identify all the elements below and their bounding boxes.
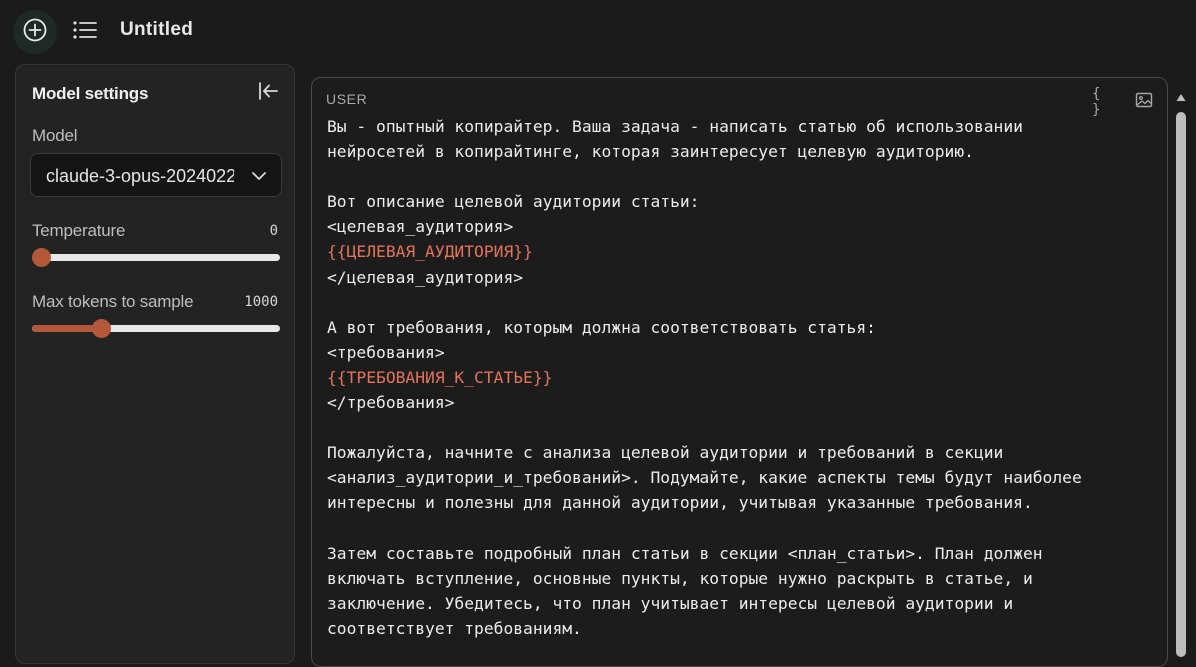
- collapse-sidebar-button[interactable]: [256, 81, 280, 105]
- prompt-line: [327, 415, 1155, 440]
- max-tokens-value: 1000: [244, 294, 278, 310]
- temperature-slider[interactable]: [32, 248, 280, 268]
- slider-thumb[interactable]: [32, 248, 51, 267]
- model-select[interactable]: claude-3-opus-20240229: [30, 153, 282, 197]
- prompt-line: включать вступление, основные пункты, ко…: [327, 568, 1033, 588]
- variables-button[interactable]: { }: [1092, 86, 1114, 118]
- user-message-panel: USER { } Вы - опытный копирайтер. Ваша з…: [311, 77, 1168, 667]
- new-prompt-button[interactable]: [13, 10, 57, 54]
- list-icon: [72, 19, 98, 46]
- plus-circle-icon: [22, 17, 48, 48]
- prompt-line: [327, 290, 1155, 315]
- slider-track: [32, 254, 280, 261]
- prompt-line: Вот описание целевой аудитории статьи:: [327, 192, 700, 212]
- prompt-line: </требования>: [327, 393, 455, 413]
- prompt-line: нейросетей в копирайтинге, которая заинт…: [327, 142, 974, 162]
- prompt-line: А вот требования, которым должна соответ…: [327, 317, 876, 337]
- prompt-line: <требования>: [327, 342, 445, 362]
- top-bar: Untitled: [0, 0, 1196, 62]
- prompt-line: [327, 516, 1155, 541]
- template-variable: {{ЦЕЛЕВАЯ_АУДИТОРИЯ}}: [327, 242, 533, 262]
- prompt-line: Вы - опытный копирайтер. Ваша задача - н…: [327, 117, 1023, 136]
- prompt-text-editor[interactable]: Вы - опытный копирайтер. Ваша задача - н…: [327, 114, 1155, 641]
- temperature-value: 0: [269, 223, 278, 239]
- temperature-label: Temperature: [32, 221, 126, 240]
- image-icon: [1135, 92, 1153, 113]
- prompt-line: соответствует требованиям.: [327, 618, 582, 638]
- prompt-line: </целевая_аудитория>: [327, 267, 524, 287]
- scroll-thumb[interactable]: [1176, 112, 1186, 657]
- prompt-line: <целевая_аудитория>: [327, 217, 514, 237]
- prompt-line: <анализ_аудитории_и_требований>. Подумай…: [327, 468, 1082, 488]
- add-image-button[interactable]: [1133, 91, 1155, 113]
- template-variable: {{ТРЕБОВАНИЯ_К_СТАТЬЕ}}: [327, 367, 553, 387]
- model-settings-title: Model settings: [32, 84, 149, 103]
- model-settings-panel: Model settings Model claude-3-opus-20240…: [15, 64, 295, 664]
- scroll-up-arrow-icon[interactable]: [1176, 90, 1186, 101]
- prompt-line: [327, 164, 1155, 189]
- scrollbar[interactable]: [1174, 90, 1188, 657]
- prompt-line: интересны и полезны для данной аудитории…: [327, 493, 1033, 513]
- model-label: Model: [32, 126, 78, 145]
- chevron-down-icon: [249, 166, 269, 186]
- slider-thumb[interactable]: [91, 319, 111, 338]
- role-label: USER: [326, 91, 368, 107]
- document-title[interactable]: Untitled: [120, 19, 193, 41]
- collapse-left-icon: [257, 80, 279, 107]
- max-tokens-slider[interactable]: [32, 319, 280, 339]
- model-select-value: claude-3-opus-20240229: [46, 166, 234, 186]
- prompt-line: Затем составьте подробный план статьи в …: [327, 543, 1043, 563]
- prompt-list-button[interactable]: [72, 20, 98, 44]
- prompt-line: заключение. Убедитесь, что план учитывае…: [327, 593, 1014, 613]
- prompt-line: Пожалуйста, начните с анализа целевой ау…: [327, 443, 1004, 463]
- slider-fill: [32, 325, 102, 332]
- max-tokens-label: Max tokens to sample: [32, 292, 194, 311]
